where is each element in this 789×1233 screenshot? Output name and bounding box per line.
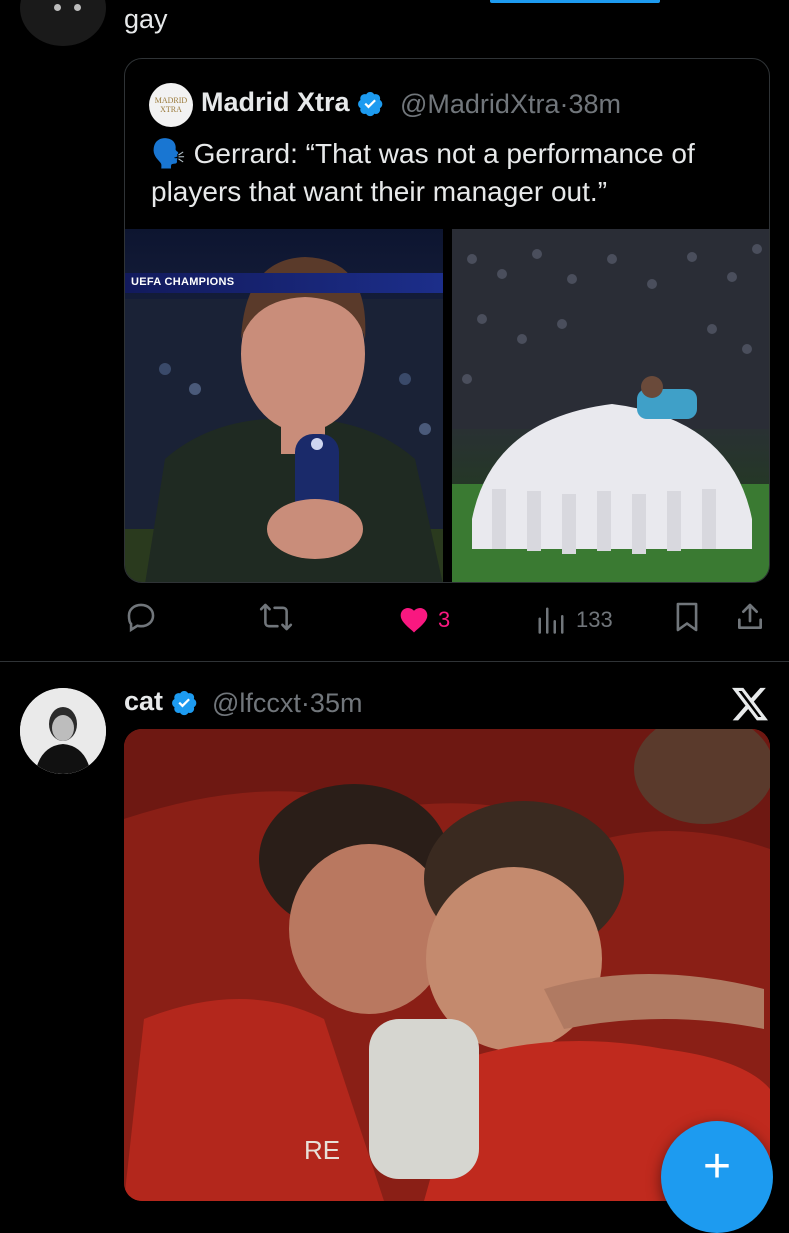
embrace-illustration: RE [124,729,770,1201]
quoted-tweet-text: 🗣️ Gerrard: “That was not a performance … [151,138,695,207]
avatar-portrait [20,688,106,774]
madrid-xtra-logo: MADRID XTRA [149,83,193,127]
media-image-players-embrace[interactable]: RE [124,729,770,1201]
like-count: 3 [438,607,451,632]
share-icon [738,603,762,629]
share-button[interactable] [734,600,766,640]
verified-badge-icon [171,691,196,716]
shirt-sponsor-text: RE [304,1135,340,1165]
separator-dot: · [300,688,310,718]
verified-badge-icon [358,92,383,117]
huddle-illustration [452,229,769,582]
plus-icon: + [702,1140,732,1193]
avatar-eye [54,4,61,11]
reply-icon [127,603,155,633]
quoted-time: 38m [568,89,621,119]
author-name-text: cat [124,686,164,716]
tweet-divider [0,661,789,662]
media-image-team-huddle[interactable] [452,229,769,582]
retweet-icon [259,603,293,631]
broadcast-banner-text: UEFA CHAMPIONS [131,276,235,288]
reply-tweet-text: gay [124,4,168,34]
views-bar-chart-icon [538,607,564,634]
quoted-author-name-text: Madrid Xtra [201,87,350,117]
view-count: 133 [576,607,613,632]
views-button[interactable]: 133 [536,600,613,640]
reply-button[interactable] [124,600,158,640]
avatar[interactable] [20,688,106,774]
avatar-eye [74,4,81,11]
x-logo-icon[interactable] [730,684,770,724]
author-name[interactable]: cat [124,686,198,717]
bookmark-button[interactable] [674,600,700,640]
like-button[interactable]: 3 [398,600,450,640]
quoted-handle-text: @MadridXtra [400,89,560,119]
media-image-gerrard-interview[interactable]: UEFA CHAMPIONS [125,229,443,582]
compose-button[interactable]: + [661,1121,773,1233]
author-handle-text: @lfccxt [212,688,301,718]
quoted-author-handle[interactable]: @MadridXtra·38m [400,89,621,120]
retweet-button[interactable] [258,600,294,640]
heart-icon [400,608,428,633]
active-tab-indicator [490,0,660,3]
author-handle[interactable]: @lfccxt·35m [212,688,362,719]
quoted-author-name[interactable]: Madrid Xtra [201,87,384,118]
bookmark-icon [676,602,698,632]
tweet-time: 35m [309,688,363,718]
logo-text: MADRID XTRA [154,96,188,114]
avatar[interactable] [20,0,106,46]
quoted-tweet-card[interactable]: MADRID XTRA Madrid Xtra @MadridXtra·38m … [124,58,770,583]
